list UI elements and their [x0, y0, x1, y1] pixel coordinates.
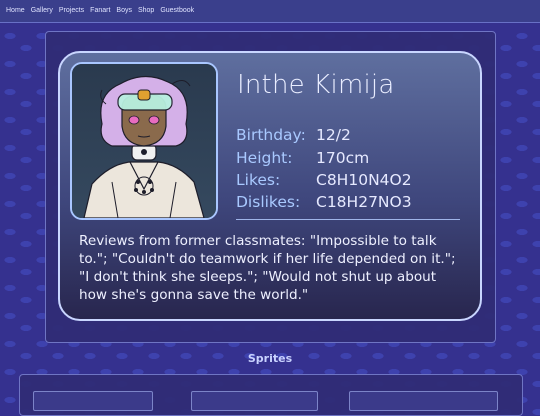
sprites-heading: Sprites [247, 352, 293, 365]
info-row-likes: Likes: C8H10N4O2 [236, 171, 412, 189]
character-name: Inthe Kimija [237, 70, 395, 100]
info-row-dislikes: Dislikes: C18H27NO3 [236, 193, 412, 211]
reviews-text: Reviews from former classmates: "Impossi… [79, 233, 456, 303]
info-value-likes: C8H10N4O2 [316, 171, 412, 189]
nav-link-projects[interactable]: Projects [59, 7, 84, 14]
info-label-birthday: Birthday: [236, 126, 306, 144]
nav-link-home[interactable]: Home [6, 7, 25, 14]
nav-link-boys[interactable]: Boys [116, 7, 132, 14]
info-row-birthday: Birthday: 12/2 [236, 126, 351, 144]
sprite-thumbnail[interactable] [349, 391, 498, 411]
character-portrait [70, 62, 218, 220]
top-nav: Home Gallery Projects Fanart Boys Shop G… [0, 0, 540, 23]
sprite-thumbnail[interactable] [33, 391, 153, 411]
info-value-birthday: 12/2 [316, 126, 351, 144]
info-value-height: 170cm [316, 149, 370, 167]
nav-link-guestbook[interactable]: Guestbook [160, 7, 194, 14]
nav-link-fanart[interactable]: Fanart [90, 7, 110, 14]
info-row-height: Height: 170cm [236, 149, 369, 167]
info-value-dislikes: C18H27NO3 [316, 193, 412, 211]
nav-links: Home Gallery Projects Fanart Boys Shop G… [6, 7, 194, 14]
info-divider [236, 219, 460, 220]
character-portrait-icon [72, 64, 216, 218]
nav-link-shop[interactable]: Shop [138, 7, 154, 14]
sprite-thumbnail[interactable] [191, 391, 318, 411]
nav-link-gallery[interactable]: Gallery [31, 7, 53, 14]
info-label-dislikes: Dislikes: [236, 193, 301, 211]
info-label-likes: Likes: [236, 171, 281, 189]
info-label-height: Height: [236, 149, 293, 167]
